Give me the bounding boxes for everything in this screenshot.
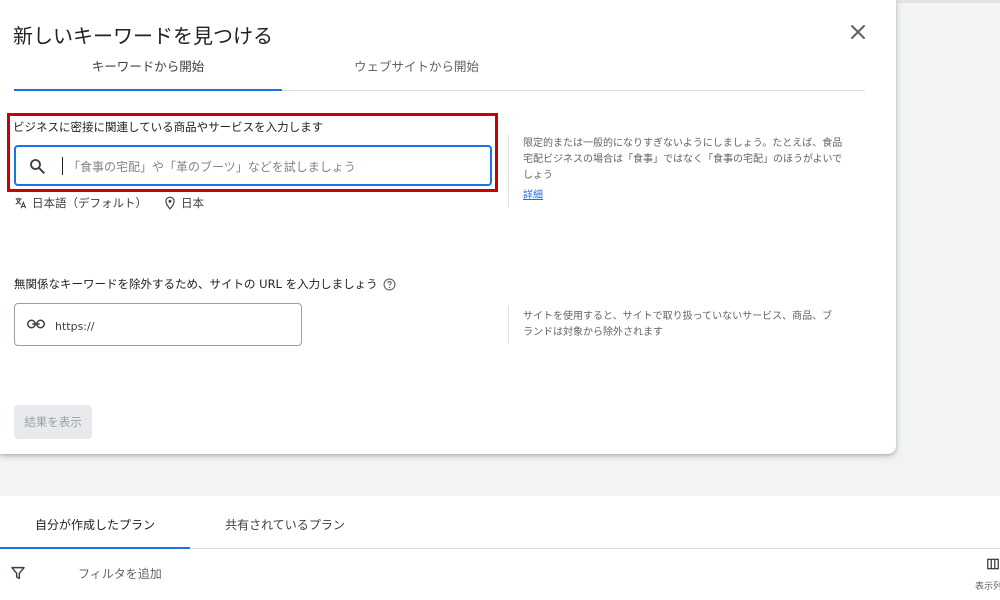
text-cursor <box>62 157 63 175</box>
url-label-text: 無関係なキーワードを除外するため、サイトの URL を入力しましょう <box>14 277 378 291</box>
location-pin-icon[interactable] <box>163 196 177 210</box>
close-button[interactable] <box>846 20 870 44</box>
keyword-help-text: 限定的または一般的になりすぎないようにしましょう。たとえば、食品宅配ビジネスの場… <box>523 138 843 181</box>
columns-icon[interactable] <box>986 557 1000 571</box>
url-input-label: 無関係なキーワードを除外するため、サイトの URL を入力しましょう <box>14 276 396 292</box>
add-filter-button[interactable]: フィルタを追加 <box>78 565 162 582</box>
close-icon <box>851 25 865 39</box>
url-help-text: サイトを使用すると、サイトで取り扱っていないサービス、商品、ブランドは対象から除… <box>523 311 833 338</box>
filter-icon[interactable] <box>10 565 26 581</box>
divider <box>508 306 509 344</box>
translate-icon[interactable] <box>14 196 28 210</box>
keyword-input[interactable] <box>66 154 480 180</box>
search-icon <box>30 159 45 174</box>
show-results-button[interactable]: 結果を表示 <box>14 405 92 439</box>
learn-more-link[interactable]: 詳細 <box>523 186 543 201</box>
tab-start-from-website[interactable]: ウェブサイトから開始 <box>284 52 549 90</box>
url-input-container[interactable] <box>14 303 302 346</box>
divider <box>508 134 509 208</box>
keyword-input-container[interactable] <box>14 145 492 186</box>
plan-tabs: 自分が作成したプラン 共有されているプラン <box>0 497 1000 549</box>
keyword-input-label: ビジネスに密接に関連している商品やサービスを入力します <box>13 120 324 134</box>
language-setting[interactable]: 日本語（デフォルト） <box>32 195 147 211</box>
start-mode-tabs: キーワードから開始 ウェブサイトから開始 <box>14 52 865 91</box>
active-tab-indicator <box>14 89 282 91</box>
filter-toolbar: フィルタを追加 表示列 <box>0 549 1000 600</box>
tab-my-plans[interactable]: 自分が作成したプラン <box>0 497 190 548</box>
find-keywords-dialog: 新しいキーワードを見つける キーワードから開始 ウェブサイトから開始 ビジネスに… <box>0 0 896 454</box>
language-location-row: 日本語（デフォルト） 日本 <box>14 195 204 211</box>
tab-start-from-keywords[interactable]: キーワードから開始 <box>14 52 282 90</box>
website-url-input[interactable] <box>53 315 297 337</box>
help-circle-icon[interactable] <box>383 278 396 291</box>
location-setting[interactable]: 日本 <box>181 195 204 211</box>
dialog-title: 新しいキーワードを見つける <box>13 24 273 48</box>
tab-shared-plans[interactable]: 共有されているプラン <box>190 497 380 548</box>
link-icon <box>27 319 45 329</box>
columns-label[interactable]: 表示列 <box>975 579 1000 592</box>
